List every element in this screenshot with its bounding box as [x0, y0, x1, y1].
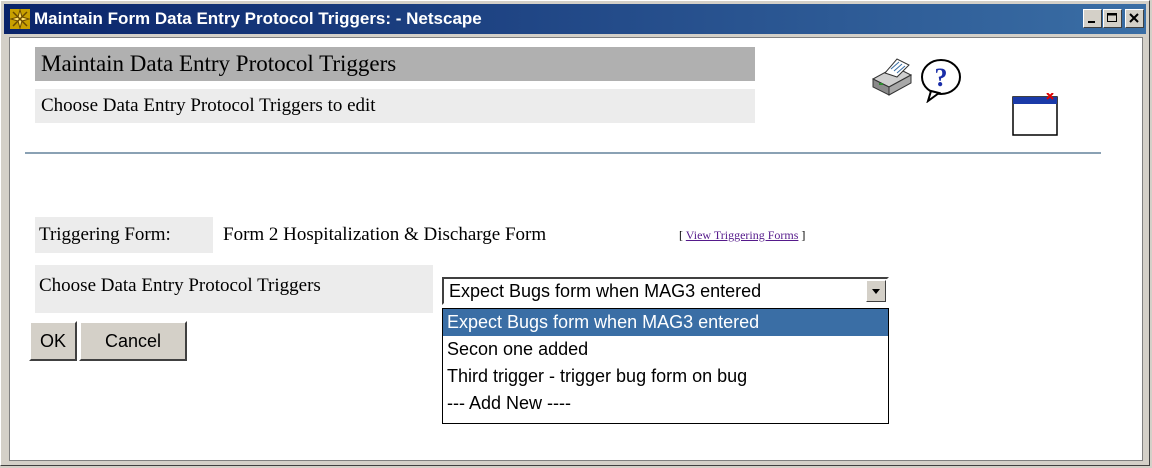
title-bar[interactable]: Maintain Form Data Entry Protocol Trigge… — [4, 4, 1146, 34]
browser-window: Maintain Form Data Entry Protocol Trigge… — [0, 0, 1150, 466]
window-title: Maintain Form Data Entry Protocol Trigge… — [34, 9, 482, 28]
trigger-options-list: Expect Bugs form when MAG3 entered Secon… — [442, 308, 889, 424]
printer-icon[interactable] — [867, 57, 917, 102]
trigger-option[interactable]: Third trigger - trigger bug form on bug — [443, 363, 888, 390]
cancel-button[interactable]: Cancel — [79, 321, 187, 361]
trigger-select-value: Expect Bugs form when MAG3 entered — [449, 281, 762, 301]
trigger-select-label: Choose Data Entry Protocol Triggers — [35, 265, 433, 313]
header-divider — [25, 152, 1101, 154]
netscape-icon — [9, 8, 31, 30]
minimize-icon[interactable] — [1083, 9, 1102, 28]
close-icon[interactable] — [1125, 9, 1144, 28]
maximize-icon[interactable] — [1103, 9, 1122, 28]
help-icon[interactable]: ? — [919, 57, 963, 108]
page-title: Maintain Data Entry Protocol Triggers — [35, 47, 755, 81]
trigger-option[interactable]: Expect Bugs form when MAG3 entered — [443, 309, 888, 336]
chevron-down-icon[interactable] — [866, 280, 886, 302]
page-subtitle: Choose Data Entry Protocol Triggers to e… — [35, 89, 755, 123]
view-triggering-forms-link[interactable]: View Triggering Forms — [686, 228, 799, 242]
svg-text:?: ? — [935, 63, 948, 92]
ok-button[interactable]: OK — [29, 321, 77, 361]
close-window-icon[interactable] — [1011, 92, 1061, 142]
trigger-option[interactable]: --- Add New ---- — [443, 390, 888, 417]
link-bracket-open: [ — [679, 228, 683, 242]
triggering-form-label: Triggering Form: — [35, 217, 213, 253]
trigger-option[interactable]: Secon one added — [443, 336, 888, 363]
link-bracket-close: ] — [801, 228, 806, 242]
trigger-select[interactable]: Expect Bugs form when MAG3 entered — [442, 277, 889, 305]
triggering-form-value: Form 2 Hospitalization & Discharge Form — [223, 224, 547, 245]
view-triggering-forms: [ View Triggering Forms ] — [679, 217, 805, 253]
